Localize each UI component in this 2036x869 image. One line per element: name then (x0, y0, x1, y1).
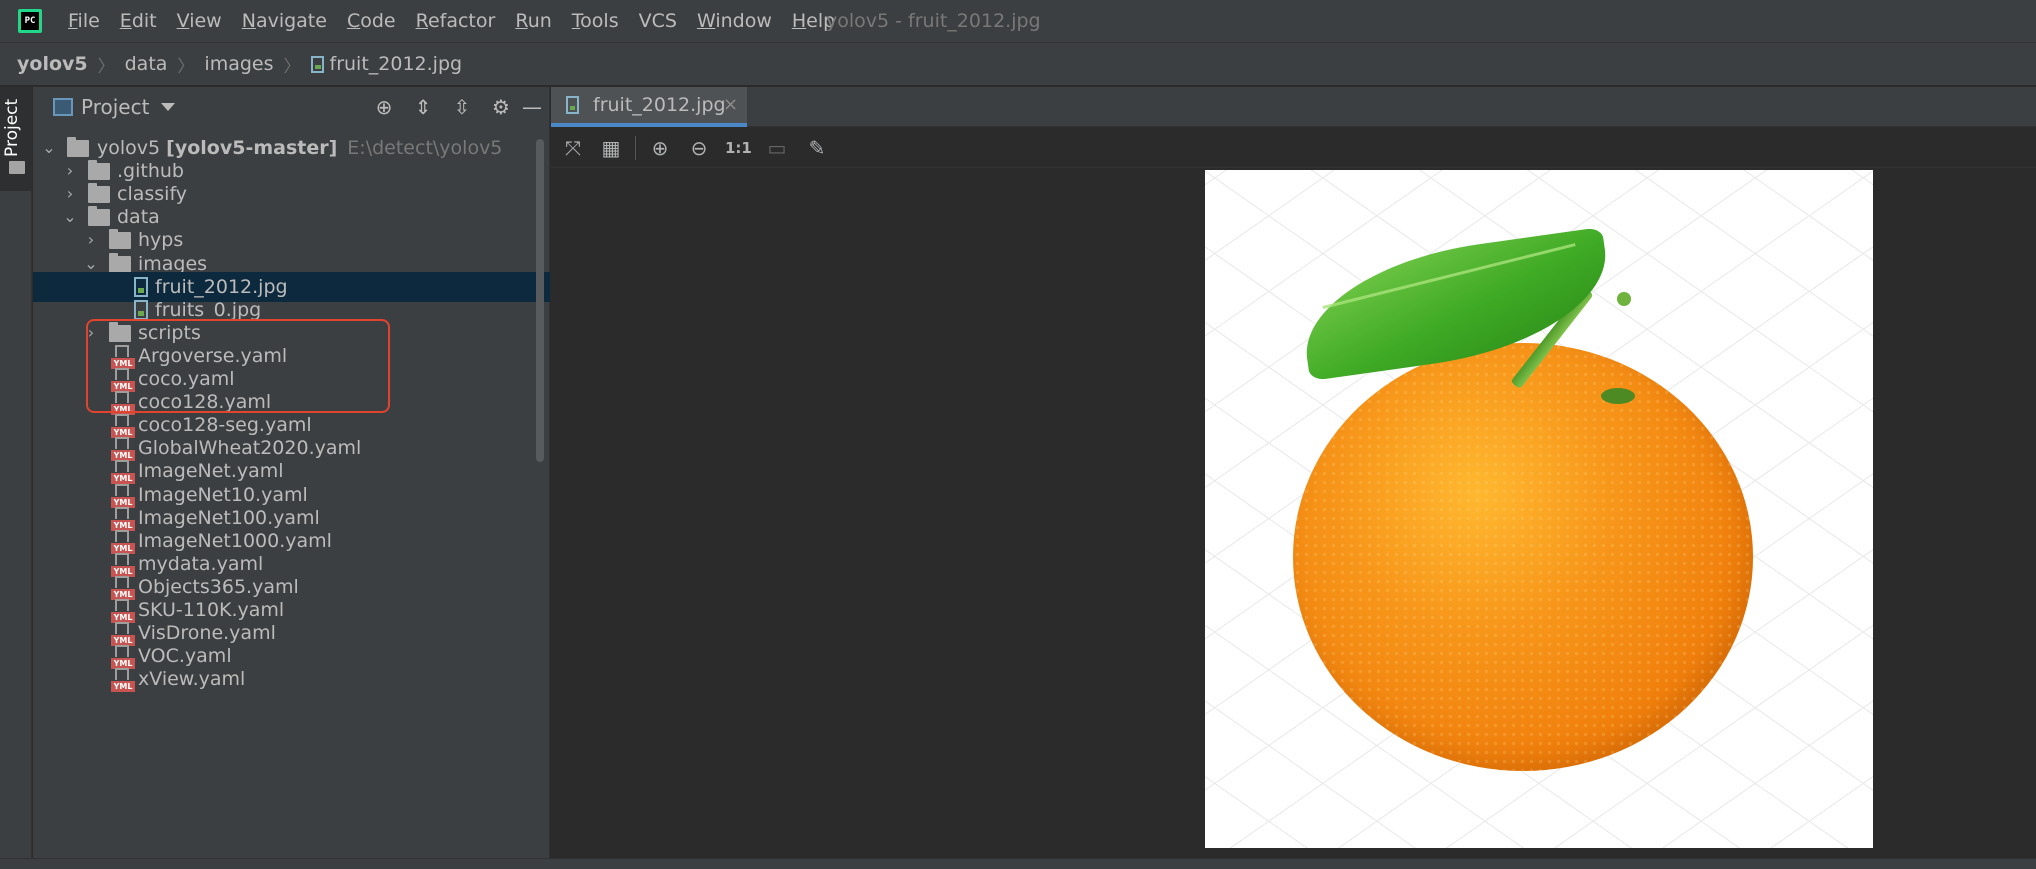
breadcrumb-separator: 〉 (283, 56, 301, 77)
chevron-down-icon[interactable]: ⌄ (41, 140, 57, 156)
chevron-right-icon[interactable]: › (83, 232, 99, 248)
collapse-all-icon[interactable]: ⇳ (451, 96, 473, 118)
yaml-file-page (115, 645, 129, 658)
yaml-file-page (115, 668, 129, 681)
zoom-in-icon[interactable]: ⊕ (648, 136, 672, 160)
actual-size-button[interactable]: 1:1 (725, 136, 752, 160)
menu-item-code[interactable]: Code (347, 10, 396, 32)
yaml-file-icon: YML (111, 668, 135, 693)
menu-item-refactor[interactable]: Refactor (416, 10, 496, 32)
zoom-to-fit-icon[interactable]: ⤧ (561, 136, 585, 160)
image-toolbar: ⤧ ▦ ⊕ ⊖ 1:1 ▭ ✎ (551, 128, 2036, 168)
orange-peel-texture (1293, 343, 1753, 771)
toolbar-separator (635, 136, 636, 160)
yaml-file-page (115, 622, 129, 635)
tool-window-strip: Project (0, 87, 32, 869)
menu-item-edit[interactable]: Edit (120, 10, 157, 32)
breadcrumb-item-file[interactable]: fruit_2012.jpg (330, 53, 463, 75)
project-panel: Project ⊕ ⇕ ⇳ ⚙ — ⌄ yolov5 [yolov5-maste… (33, 87, 550, 869)
menu-item-view[interactable]: View (177, 10, 222, 32)
expand-all-icon[interactable]: ⇕ (412, 96, 434, 118)
yaml-file-page (115, 414, 129, 427)
breadcrumb-separator: 〉 (177, 56, 195, 77)
tab-label: fruit_2012.jpg (593, 94, 726, 116)
yaml-file-page (115, 460, 129, 473)
chevron-down-icon[interactable] (161, 103, 175, 111)
menu-item-vcs[interactable]: VCS (639, 10, 677, 32)
image-preview (1205, 170, 1873, 848)
yaml-file-page (115, 437, 129, 450)
background-icon[interactable]: ▭ (765, 136, 789, 160)
chevron-down-icon[interactable]: ⌄ (62, 209, 78, 225)
main-menu: File Edit View Navigate Code Refactor Run Tools… (68, 0, 855, 42)
folder-icon (88, 183, 110, 204)
menu-item-file[interactable]: File (68, 10, 100, 32)
yaml-file-page (115, 575, 129, 588)
gear-icon[interactable]: ⚙ (490, 96, 512, 118)
project-icon (53, 98, 73, 116)
folder-icon (88, 206, 110, 227)
color-picker-icon[interactable]: ✎ (805, 136, 829, 160)
yaml-file-page (115, 506, 129, 519)
breadcrumb-item-images[interactable]: images (204, 53, 273, 75)
project-tree: ⌄ yolov5 [yolov5-master] E:\detect\yolov5… (33, 127, 550, 869)
stem-tip (1617, 292, 1631, 306)
grid-icon[interactable]: ▦ (599, 136, 623, 160)
folder-icon (88, 160, 110, 181)
folder-icon (9, 161, 25, 174)
chevron-right-icon[interactable]: › (62, 186, 78, 202)
menu-item-tools[interactable]: Tools (572, 10, 619, 32)
image-file-icon (134, 299, 148, 320)
highlight-annotation-box (86, 319, 390, 413)
logo-text: PC (21, 12, 39, 30)
editor-tab-bar: fruit_2012.jpg × (551, 87, 2036, 127)
project-panel-title[interactable]: Project (81, 95, 149, 119)
breadcrumb: yolov5 〉 data 〉 images 〉 fruit_2012.jpg (0, 42, 2036, 86)
yaml-file-page (115, 483, 129, 496)
zoom-out-icon[interactable]: ⊖ (687, 136, 711, 160)
project-tool-label: Project (2, 98, 22, 157)
tree-file-row[interactable]: YML xView.yaml (33, 664, 550, 694)
yaml-file-tag: YML (111, 681, 135, 693)
locate-icon[interactable]: ⊕ (373, 96, 395, 118)
close-icon[interactable]: × (723, 94, 738, 115)
yaml-file-page (115, 552, 129, 565)
chevron-right-icon[interactable]: › (62, 163, 78, 179)
image-file-icon (566, 96, 579, 114)
menu-item-window[interactable]: Window (697, 10, 772, 32)
yaml-file-page (115, 599, 129, 611)
scrollbar[interactable] (536, 139, 544, 462)
breadcrumb-item-yolov5[interactable]: yolov5 (17, 53, 88, 75)
menu-bar: PC File Edit View Navigate Code Refactor Run To… (0, 0, 2036, 42)
pycharm-logo-icon: PC (18, 9, 42, 33)
project-panel-header: Project ⊕ ⇕ ⇳ ⚙ — (33, 87, 550, 127)
minimize-icon[interactable]: — (521, 96, 543, 118)
orange-calyx (1601, 388, 1635, 404)
folder-icon (109, 252, 131, 273)
folder-icon (109, 229, 131, 250)
breadcrumb-separator: 〉 (97, 56, 115, 77)
folder-icon (67, 137, 89, 157)
project-tool-tab[interactable]: Project (0, 87, 32, 191)
bottom-tool-strip (0, 858, 2036, 869)
editor-area: fruit_2012.jpg × ⤧ ▦ ⊕ ⊖ 1:1 ▭ ✎ (551, 87, 2036, 869)
tab-fruit-2012[interactable]: fruit_2012.jpg × (551, 87, 747, 127)
chevron-down-icon[interactable]: ⌄ (83, 255, 99, 272)
image-file-icon (310, 55, 324, 73)
tree-item-label: xView.yaml (138, 668, 246, 691)
breadcrumb-item-data[interactable]: data (125, 53, 168, 75)
window-title: yolov5 - fruit_2012.jpg (826, 10, 1041, 32)
image-file-icon (134, 276, 148, 297)
menu-item-navigate[interactable]: Navigate (242, 10, 327, 32)
yaml-file-page (115, 529, 129, 542)
menu-item-run[interactable]: Run (515, 10, 551, 32)
